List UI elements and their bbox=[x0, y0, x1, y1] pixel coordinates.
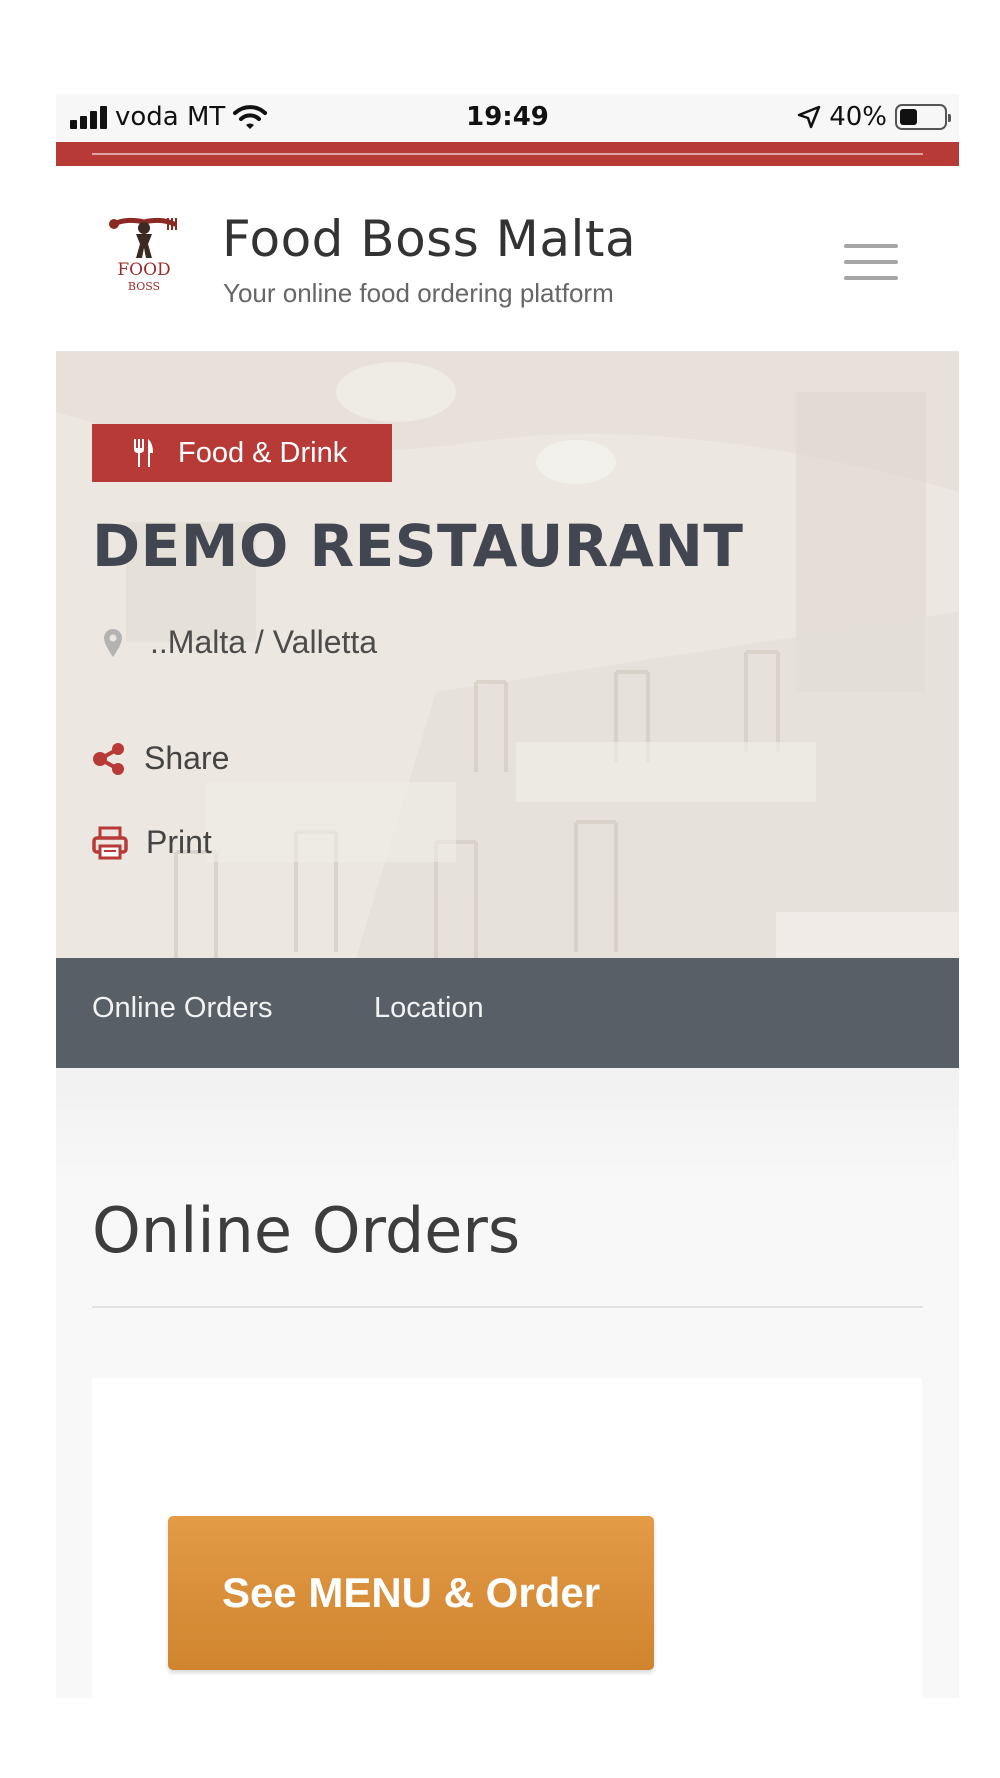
brand-bar bbox=[56, 142, 959, 166]
logo-text-boss: BOSS bbox=[127, 280, 161, 293]
section-title: Online Orders bbox=[92, 1194, 521, 1267]
tab-online-orders[interactable]: Online Orders bbox=[92, 992, 273, 1025]
print-label: Print bbox=[146, 824, 212, 860]
share-button[interactable]: Share bbox=[92, 740, 229, 777]
category-badge[interactable]: Food & Drink bbox=[92, 424, 392, 482]
restaurant-hero: Food & Drink DEMO RESTAURANT ..Malta / V… bbox=[56, 352, 959, 958]
section-tabs: Online Orders Location bbox=[56, 958, 959, 1068]
location-arrow-icon bbox=[797, 105, 821, 129]
see-menu-order-button[interactable]: See MENU & Order bbox=[168, 1516, 654, 1670]
restaurant-location: ..Malta / Valletta bbox=[92, 624, 377, 661]
site-header: FOOD BOSS Food Boss Malta Your online fo… bbox=[56, 166, 959, 352]
site-title[interactable]: Food Boss Malta bbox=[222, 210, 636, 268]
section-divider bbox=[92, 1306, 923, 1308]
hamburger-icon[interactable] bbox=[844, 244, 898, 280]
share-icon bbox=[93, 742, 124, 775]
site-tagline: Your online food ordering platform bbox=[223, 278, 614, 308]
logo-text-food: FOOD bbox=[117, 260, 171, 280]
location-text: ..Malta / Valletta bbox=[150, 624, 378, 660]
battery-percent: 40% bbox=[829, 102, 887, 132]
print-icon bbox=[92, 826, 128, 859]
site-logo[interactable]: FOOD BOSS bbox=[106, 214, 182, 300]
status-bar-right: 40% bbox=[797, 102, 951, 132]
status-bar: voda MT 19:49 40% bbox=[56, 94, 959, 142]
fork-knife-icon bbox=[134, 439, 153, 467]
battery-icon bbox=[895, 104, 951, 130]
restaurant-name: DEMO RESTAURANT bbox=[92, 512, 744, 580]
food-boss-logo-icon bbox=[109, 217, 177, 258]
category-label: Food & Drink bbox=[178, 436, 348, 469]
print-button[interactable]: Print bbox=[92, 824, 212, 861]
phone-screen: voda MT 19:49 40% FOOD BOSS Food Boss Ma… bbox=[56, 94, 959, 1698]
share-label: Share bbox=[144, 740, 230, 776]
tab-location[interactable]: Location bbox=[374, 992, 484, 1025]
map-pin-icon bbox=[104, 628, 122, 657]
